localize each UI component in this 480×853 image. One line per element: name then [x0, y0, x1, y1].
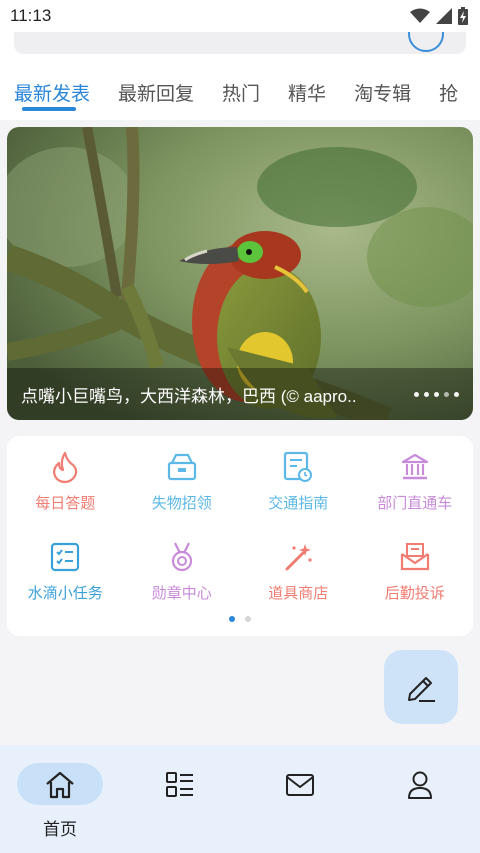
profile-icon [404, 769, 436, 801]
battery-icon [458, 7, 468, 25]
tab-latest-replies[interactable]: 最新回复 [104, 79, 208, 106]
status-time: 11:13 [10, 6, 52, 25]
magic-wand-icon [281, 540, 315, 574]
grid-label: 交通指南 [268, 494, 329, 512]
feature-grid: 每日答题 失物招领 交通指南 部门直通车 水滴小任务 勋章中心 道具商店 后勤投… [7, 450, 473, 614]
grid-item-daily-quiz[interactable]: 每日答题 [7, 450, 124, 524]
tab-featured[interactable]: 精华 [274, 79, 340, 106]
tab-collections[interactable]: 淘专辑 [340, 79, 425, 106]
list-icon [164, 769, 196, 801]
grid-label: 后勤投诉 [384, 584, 445, 602]
schedule-doc-icon [281, 450, 315, 484]
grid-label: 道具商店 [268, 584, 329, 602]
nav-messages[interactable] [240, 745, 360, 853]
nav-profile[interactable] [360, 745, 480, 853]
grid-item-water-tasks[interactable]: 水滴小任务 [7, 540, 124, 614]
grid-page-dots [7, 616, 473, 622]
grid-label: 勋章中心 [151, 584, 212, 602]
grid-item-item-shop[interactable]: 道具商店 [240, 540, 357, 614]
wifi-icon [410, 8, 430, 23]
nav-home-label: 首页 [43, 820, 77, 840]
bank-building-icon [398, 450, 432, 484]
task-list-icon [48, 540, 82, 574]
nav-list[interactable] [120, 745, 240, 853]
page-dot-active[interactable] [229, 616, 235, 622]
active-tab-indicator [22, 107, 76, 111]
grid-item-lost-found[interactable]: 失物招领 [124, 450, 241, 524]
banner-caption-text: 点嘴小巨嘴鸟，大西洋森林，巴西 (© aapro.. [21, 386, 357, 406]
grid-label: 失物招领 [151, 494, 212, 512]
home-icon [44, 769, 76, 801]
pen-icon [408, 677, 435, 702]
banner-page-dots [414, 391, 459, 397]
grid-label: 水滴小任务 [27, 584, 103, 602]
tab-latest-posts[interactable]: 最新发表 [0, 79, 104, 106]
mail-icon [284, 769, 316, 801]
grid-item-medal-center[interactable]: 勋章中心 [124, 540, 241, 614]
search-avatar-icon[interactable] [408, 32, 444, 52]
medal-icon [165, 540, 199, 574]
flame-icon [48, 450, 82, 484]
complaint-mail-icon [398, 540, 432, 574]
banner-carousel[interactable]: 点嘴小巨嘴鸟，大西洋森林，巴西 (© aapro.. [7, 127, 473, 420]
bottom-navigation: 首页 [0, 745, 480, 853]
banner-caption: 点嘴小巨嘴鸟，大西洋森林，巴西 (© aapro.. [7, 368, 473, 420]
lost-found-box-icon [165, 450, 199, 484]
grid-label: 部门直通车 [377, 494, 453, 512]
tab-more[interactable]: 抢 [425, 79, 472, 106]
page-dot[interactable] [245, 616, 251, 622]
feature-grid-card: 每日答题 失物招领 交通指南 部门直通车 水滴小任务 勋章中心 道具商店 后勤投… [7, 436, 473, 636]
signal-icon [436, 8, 452, 24]
grid-item-department-direct[interactable]: 部门直通车 [357, 450, 474, 524]
grid-item-traffic-guide[interactable]: 交通指南 [240, 450, 357, 524]
status-bar: 11:13 [0, 0, 480, 32]
grid-label: 每日答题 [35, 494, 96, 512]
nav-home[interactable]: 首页 [0, 745, 120, 853]
status-icons [410, 7, 468, 25]
search-bar[interactable] [14, 32, 466, 54]
grid-item-logistics-complaint[interactable]: 后勤投诉 [357, 540, 474, 614]
compose-post-button[interactable] [384, 650, 458, 724]
tab-hot[interactable]: 热门 [208, 79, 274, 106]
